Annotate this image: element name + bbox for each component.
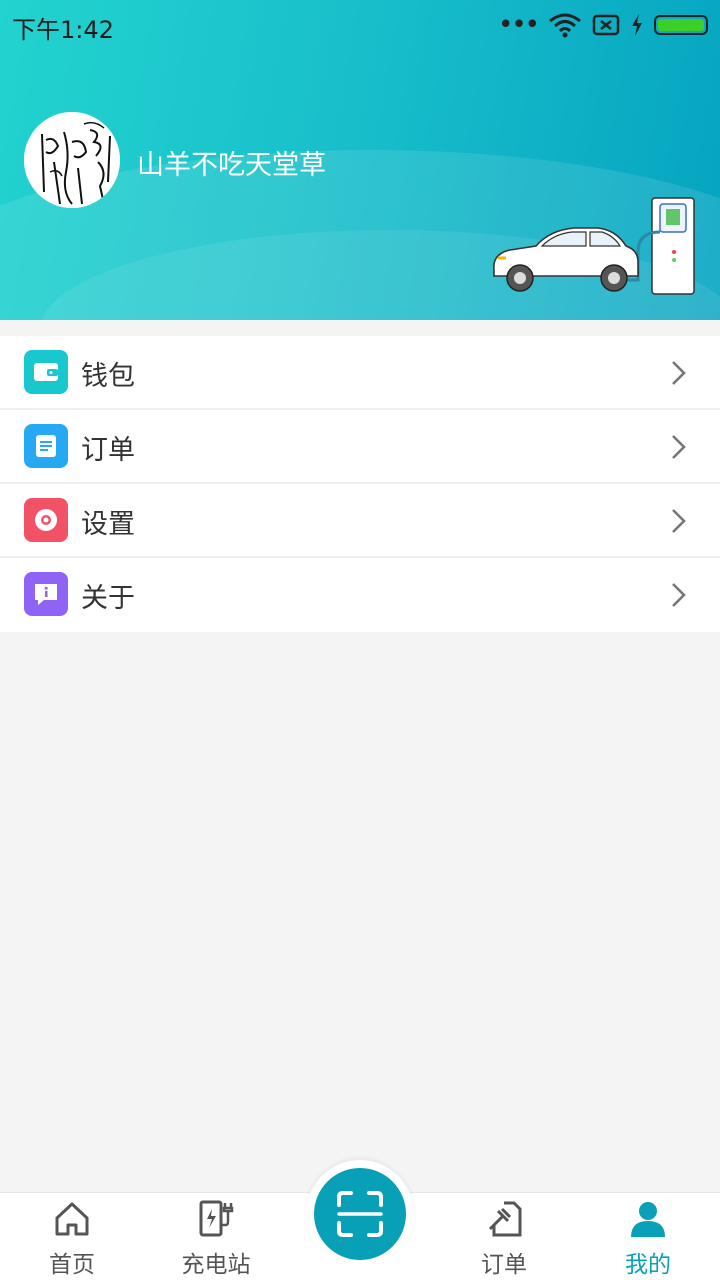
status-bar: 下午1:42 ••• xyxy=(0,0,720,50)
chevron-right-icon xyxy=(672,435,686,459)
status-icons: ••• xyxy=(498,8,708,42)
menu-item-label: 订单 xyxy=(81,435,135,466)
nav-label: 充电站 xyxy=(181,1252,251,1278)
menu-item-label: 设置 xyxy=(81,509,135,540)
nav-label: 订单 xyxy=(481,1252,527,1278)
nav-home[interactable]: 首页 xyxy=(0,1193,144,1280)
no-sim-icon xyxy=(592,14,620,36)
scan-icon xyxy=(337,1191,383,1237)
nav-label: 我的 xyxy=(625,1252,671,1278)
nav-mine[interactable]: 我的 xyxy=(576,1193,720,1280)
about-icon xyxy=(24,572,68,616)
chevron-right-icon xyxy=(672,583,686,607)
menu-item-label: 关于 xyxy=(81,583,135,614)
avatar[interactable] xyxy=(24,112,120,208)
battery-icon xyxy=(654,15,708,35)
menu-item-wallet[interactable]: 钱包 xyxy=(0,336,720,410)
settings-icon xyxy=(24,498,68,542)
menu-item-about[interactable]: 关于 xyxy=(0,558,720,632)
charging-bolt-icon xyxy=(632,14,642,36)
scan-button[interactable] xyxy=(314,1168,406,1260)
more-dots-icon: ••• xyxy=(497,10,540,40)
username: 山羊不吃天堂草 xyxy=(137,150,326,181)
home-icon xyxy=(55,1202,89,1236)
wifi-icon xyxy=(549,13,581,38)
menu-item-orders[interactable]: 订单 xyxy=(0,410,720,484)
wallet-icon xyxy=(24,350,68,394)
menu-item-label: 钱包 xyxy=(81,361,135,392)
nav-label: 首页 xyxy=(49,1252,95,1278)
nav-orders[interactable]: 订单 xyxy=(432,1193,576,1280)
menu-list: 钱包 订单 设置 关于 xyxy=(0,336,720,632)
scan-button-container xyxy=(306,1160,414,1268)
charging-station-icon xyxy=(199,1200,234,1237)
avatar-signature-image xyxy=(24,112,120,208)
ev-charging-car-illustration xyxy=(493,197,695,295)
nav-charging-station[interactable]: 充电站 xyxy=(144,1193,288,1280)
profile-header: 下午1:42 ••• 山羊不吃天堂草 xyxy=(0,0,720,320)
order-list-icon xyxy=(24,424,68,468)
menu-item-settings[interactable]: 设置 xyxy=(0,484,720,558)
order-icon xyxy=(488,1201,522,1237)
status-time: 下午1:42 xyxy=(12,16,114,44)
chevron-right-icon xyxy=(672,361,686,385)
person-icon xyxy=(631,1202,665,1237)
chevron-right-icon xyxy=(672,509,686,533)
